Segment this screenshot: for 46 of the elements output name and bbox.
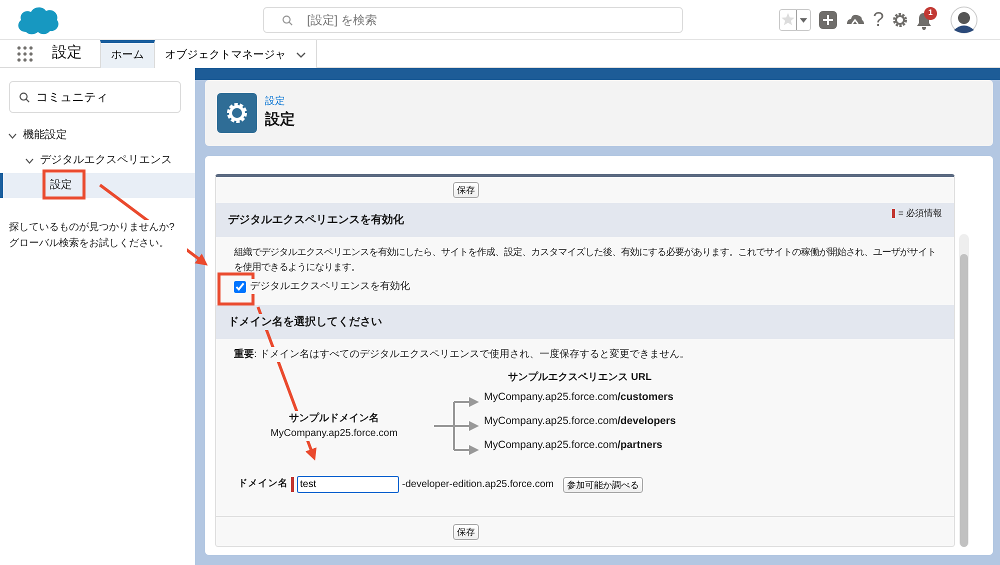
tree-item[interactable]: デジタルエクスペリエンス bbox=[0, 148, 195, 173]
app-launcher-icon[interactable] bbox=[17, 46, 33, 62]
hint-text: 探しているものが見つかりませんか? グローバル検索をお試しください。 bbox=[9, 220, 187, 252]
quick-find-field[interactable]: コミュニティ bbox=[9, 81, 181, 113]
notification-count: 1 bbox=[924, 6, 937, 20]
scrollbar[interactable] bbox=[959, 234, 969, 547]
field-label: ドメイン名 bbox=[238, 477, 288, 492]
app-name: 設定 bbox=[52, 43, 82, 64]
chevron-icon bbox=[296, 52, 306, 58]
enable-checkbox[interactable] bbox=[234, 280, 246, 292]
url-text: MyCompany.ap25.force.com/developers bbox=[484, 414, 676, 429]
save-button[interactable]: 保存 bbox=[453, 182, 479, 198]
domain-text: MyCompany.ap25.force.com bbox=[270, 426, 398, 441]
nav-tab[interactable]: ホーム bbox=[100, 40, 155, 68]
domain-suffix: -developer-edition.ap25.force.com bbox=[402, 478, 554, 492]
caret-icon bbox=[796, 10, 810, 30]
bell-icon[interactable] bbox=[916, 12, 932, 30]
tree-item[interactable]: 機能設定 bbox=[0, 123, 195, 148]
highlight-frame bbox=[42, 170, 86, 200]
search-icon bbox=[282, 14, 293, 26]
search-icon bbox=[19, 92, 30, 103]
required-marker bbox=[291, 477, 294, 492]
save-button[interactable]: 保存 bbox=[453, 524, 479, 540]
url-text: MyCompany.ap25.force.com/partners bbox=[484, 438, 664, 453]
page-title: 設定 bbox=[265, 110, 295, 130]
required-marker bbox=[892, 209, 896, 218]
check-availability-button[interactable]: 参加可能か調べる bbox=[562, 476, 643, 492]
section-title: デジタルエクスペリエンスを有効化 bbox=[228, 212, 404, 228]
avatar-icon[interactable] bbox=[950, 6, 978, 34]
domain-input[interactable]: test bbox=[297, 476, 399, 493]
favorites-button[interactable] bbox=[778, 8, 811, 30]
required-legend: = 必須情報 bbox=[898, 207, 942, 220]
domain-label: サンプルドメイン名 bbox=[289, 411, 379, 426]
urls-label: サンプルエクスペリエンス URL bbox=[507, 370, 653, 385]
url-text: MyCompany.ap25.force.com/customers bbox=[484, 390, 674, 405]
description-text: 組織でデジタルエクスペリエンスを有効にしたら、サイトを作成、設定、カスタマイズした後、有効にする必要があります。これでサイトの稼働が開始され、ユーザがサイトを使用できるようになります。 bbox=[234, 246, 936, 274]
tree-item[interactable]: 設定 bbox=[0, 173, 195, 198]
breadcrumb-link[interactable]: 設定 bbox=[265, 94, 295, 110]
settings-icon[interactable] bbox=[892, 12, 908, 28]
checkbox-label: デジタルエクスペリエンスを有効化 bbox=[250, 279, 410, 294]
chevron-icon bbox=[25, 158, 34, 164]
search-field[interactable]: [設定] を検索 bbox=[263, 7, 683, 33]
settings-icon bbox=[217, 93, 257, 133]
help-icon[interactable]: ? bbox=[872, 10, 884, 30]
chevron-icon bbox=[8, 132, 17, 138]
plus-icon[interactable] bbox=[818, 10, 837, 28]
